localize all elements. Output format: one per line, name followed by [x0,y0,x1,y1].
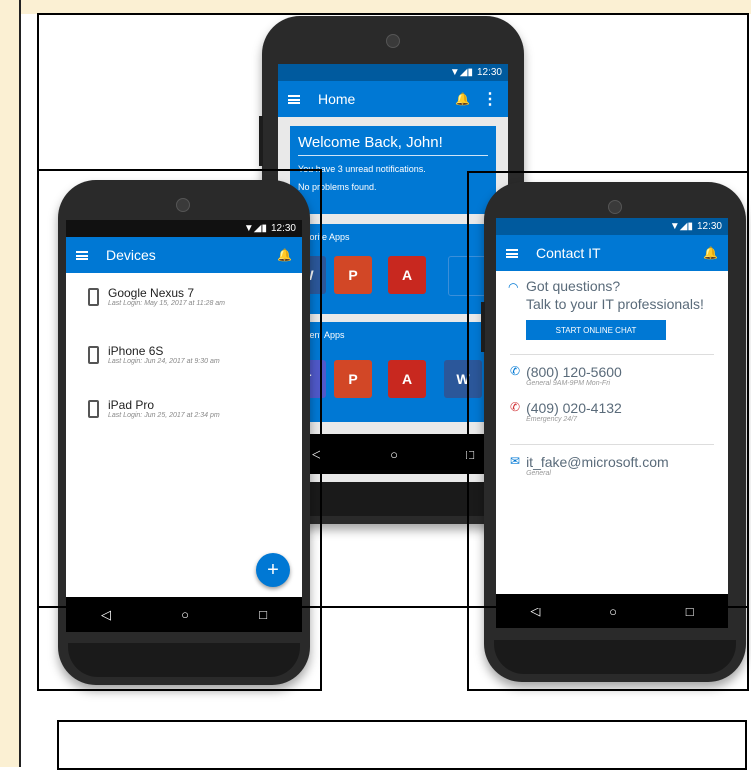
annotation-box-contact [467,171,749,691]
top-margin-strip [21,0,751,14]
left-border-line [19,0,21,767]
left-margin-strip [0,0,21,767]
annotation-box-bottom [57,720,747,770]
annotation-box-devices [37,169,322,691]
